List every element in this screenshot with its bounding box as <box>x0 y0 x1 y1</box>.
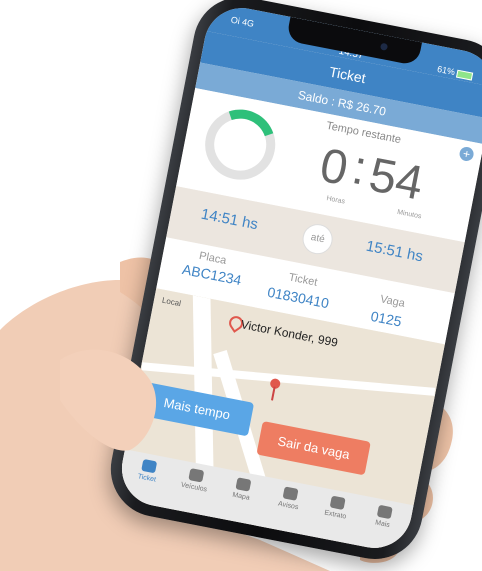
photo-scene: Oi 4G 14:57 61% Ticket Saldo : R$ 26.70 … <box>0 0 482 571</box>
thumb-illustration <box>60 349 157 451</box>
